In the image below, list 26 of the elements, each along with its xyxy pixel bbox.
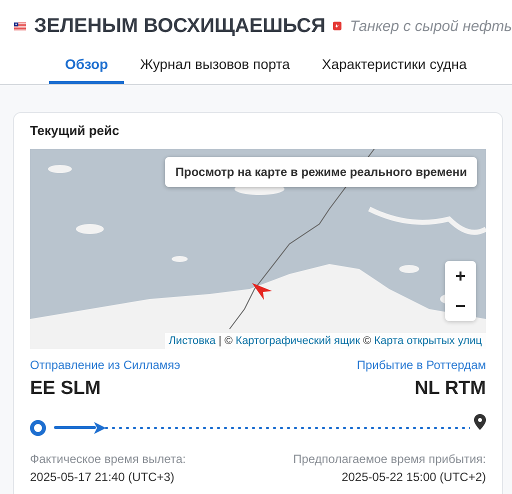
attribution-link[interactable]: Карта открытых улиц [374,335,482,347]
zoom-out-button[interactable]: − [445,291,476,321]
departure-label[interactable]: Отправление из Силламяэ [30,358,180,372]
attribution-link[interactable]: Листовка [168,335,216,347]
live-map-button[interactable]: Просмотр на карте в режиме реального времени [165,157,477,187]
tab[interactable]: Обзор [49,50,124,84]
card-title: Текущий рейс [30,123,120,138]
ship-marker-icon [252,283,272,300]
vessel-name: ЗЕЛЕНЫМ ВОСХИЩАЕШЬСЯ [34,14,326,38]
arrival-port-code: NL RTM [414,378,486,400]
zoom-in-button[interactable]: + [445,261,476,291]
arrival-label[interactable]: Прибытие в Роттердам [356,358,486,372]
departure-port-code: EE SLM [30,378,101,400]
departure-time: 2025-05-17 21:40 (UTC+3) [30,470,174,484]
attribution-text: | © [218,335,233,347]
arrival-time: 2025-05-22 15:00 (UTC+2) [342,470,486,484]
vessel-type: Танкер с сырой нефть [350,18,512,34]
arrival-time-label: Предполагаемое время прибытия: [293,452,486,466]
tab[interactable]: Характеристики судна [306,50,483,84]
departure-time-label: Фактическое время вылета: [30,452,186,466]
arrow-icon [94,422,106,434]
tab[interactable]: Журнал вызовов порта [124,50,306,84]
attribution-text: © [363,335,372,347]
origin-icon [30,420,46,436]
attribution-link[interactable]: Картографический ящик [236,335,360,347]
location-pin-icon [474,414,486,430]
